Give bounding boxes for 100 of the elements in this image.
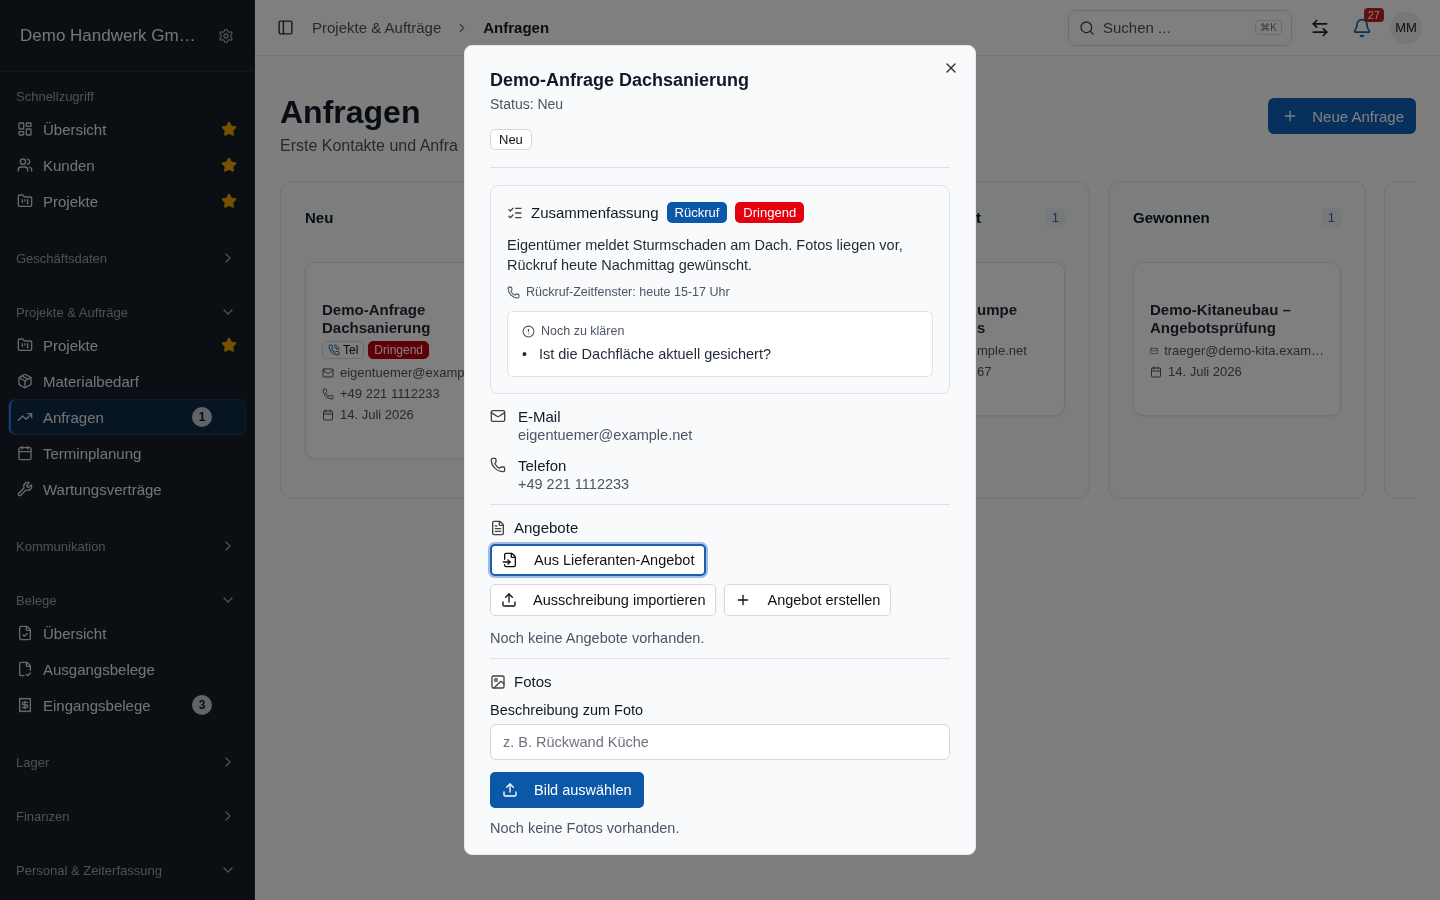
section-header[interactable]: Projekte & Aufträge	[8, 297, 246, 327]
section-header[interactable]: Personal & Zeiterfassung	[8, 855, 246, 885]
inquiry-card[interactable]: Demo-Kitaneubau – Angebotsprüfung traeger@demo-kita.exam… 14. Juli 2026	[1133, 262, 1341, 416]
offer-button[interactable]: Aus Lieferanten-Angebot	[490, 544, 707, 576]
phone-icon	[490, 457, 506, 473]
star-icon[interactable]	[221, 121, 237, 137]
choose-image-button[interactable]: Bild auswählen	[490, 772, 644, 808]
mail-icon	[322, 366, 334, 379]
card-title: Dachsanierung	[322, 319, 432, 337]
contact-label: E-Mail	[518, 408, 562, 425]
file-import-icon	[502, 552, 518, 568]
image-icon	[490, 673, 506, 690]
file-check-icon	[17, 661, 33, 677]
company-name: Demo Handwerk Gm…	[20, 25, 196, 46]
section-header[interactable]: Geschäftsdaten	[8, 243, 246, 273]
calendar-icon	[322, 408, 334, 421]
empty-text: Noch keine Fotos vorhanden.	[490, 820, 681, 836]
card-phone: +49 221 1112233	[340, 386, 440, 401]
status-tag: Neu	[490, 129, 532, 150]
phone-icon	[328, 344, 340, 356]
section-header[interactable]: Finanzen	[8, 801, 246, 831]
card-title: umpe	[977, 301, 1018, 319]
contact-value: eigentuemer@example.net	[518, 427, 693, 443]
sidebar-item[interactable]: Ausgangsbelege	[8, 651, 246, 687]
section-header[interactable]: Schnellzugriff	[8, 81, 246, 111]
card-email: traeger@demo-kita.exam…	[1164, 343, 1324, 358]
phone-icon	[507, 285, 520, 299]
column-title: Neu	[305, 208, 334, 226]
sidebar-item[interactable]: Materialbedarf	[8, 363, 246, 399]
star-icon[interactable]	[221, 337, 237, 353]
notification-badge: 27	[1363, 7, 1384, 22]
status-text: Status: Neu	[490, 96, 565, 112]
document-icon	[490, 519, 506, 536]
star-icon[interactable]	[221, 157, 237, 173]
summary-title: Zusammenfassung	[531, 204, 659, 221]
calendar-icon	[17, 445, 33, 461]
sidebar-item[interactable]: Terminplanung	[8, 435, 246, 471]
shortcut-key: ⌘K	[1255, 19, 1282, 35]
tag: Dringend	[735, 202, 805, 223]
empty-text: Noch keine Angebote vorhanden.	[490, 630, 706, 646]
folder-icon	[17, 337, 33, 353]
card-phone: 67	[977, 364, 992, 379]
phone-icon	[322, 387, 334, 400]
offer-button[interactable]: Angebot erstellen	[724, 584, 892, 616]
alert-icon	[522, 324, 535, 338]
settings-icon[interactable]	[218, 27, 234, 44]
offer-button[interactable]: Ausschreibung importieren	[490, 584, 717, 616]
user-avatar[interactable]: MM	[1390, 11, 1422, 44]
sidebar-item[interactable]: Kunden	[8, 147, 246, 183]
count-badge: 1	[192, 407, 212, 427]
sidebar-item[interactable]: Anfragen 1	[8, 399, 246, 435]
section-title: Angebote	[514, 519, 579, 536]
card-title: Angebotsprüfung	[1150, 319, 1277, 337]
count-badge: 3	[192, 695, 212, 715]
section-header[interactable]: Belege	[8, 585, 246, 615]
card-email: eigentuemer@examp	[340, 365, 465, 380]
bullet-mark: •	[522, 345, 527, 364]
tag: Dringend	[368, 341, 430, 359]
upload-icon	[501, 592, 517, 608]
card-date: 14. Juli 2026	[1168, 364, 1242, 379]
field-label: Beschreibung zum Foto	[490, 702, 645, 718]
questions-title: Noch zu klären	[541, 324, 625, 338]
sidebar-item[interactable]: Übersicht	[8, 111, 246, 147]
sidebar-item[interactable]: Übersicht	[8, 615, 246, 651]
card-title: s	[977, 319, 987, 337]
dialog-title: Demo-Anfrage Dachsanierung	[490, 69, 751, 92]
upload-icon	[502, 782, 518, 798]
tag: Tel	[322, 341, 365, 359]
mail-icon	[490, 408, 506, 424]
card-title: Demo-Kitaneubau –	[1150, 301, 1292, 319]
column-count: 1	[1045, 207, 1065, 227]
card-email: mple.net	[977, 343, 1027, 358]
sidebar-item[interactable]: Wartungsverträge	[8, 471, 246, 507]
new-inquiry-button[interactable]: Neue Anfrage	[1268, 98, 1416, 134]
sidebar-item[interactable]: Projekte	[8, 327, 246, 363]
users-icon	[17, 157, 33, 173]
search-icon	[1079, 19, 1095, 36]
section-header[interactable]: Kommunikation	[8, 531, 246, 561]
card-title: Demo-Anfrage	[322, 301, 427, 319]
page-title: Anfragen	[280, 94, 422, 131]
wrench-icon	[17, 481, 33, 497]
receipt-icon	[17, 697, 33, 713]
column-count: 1	[1321, 207, 1341, 227]
section-header[interactable]: Lager	[8, 747, 246, 777]
page-subtitle: Erste Kontakte und Anfra	[280, 137, 458, 155]
dashboard-icon	[17, 121, 33, 137]
contact-value: +49 221 1112233	[518, 476, 630, 492]
section-title: Fotos	[514, 673, 552, 690]
callback-window: Rückruf-Zeitfenster: heute 15-17 Uhr	[526, 285, 730, 299]
breadcrumb-link[interactable]: Projekte & Aufträge	[312, 19, 442, 36]
contact-label: Telefon	[518, 457, 568, 474]
column-title: Gewonnen	[1133, 208, 1210, 226]
sidebar-item[interactable]: Projekte	[8, 183, 246, 219]
sidebar-item[interactable]: Eingangsbelege 3	[8, 687, 246, 723]
description-input[interactable]: z. B. Rückwand Küche	[490, 724, 950, 760]
box-icon	[17, 373, 33, 389]
folder-icon	[17, 193, 33, 209]
file-check-icon	[17, 625, 33, 641]
breadcrumb-link[interactable]: Anfragen	[483, 19, 550, 36]
star-icon[interactable]	[221, 193, 237, 209]
